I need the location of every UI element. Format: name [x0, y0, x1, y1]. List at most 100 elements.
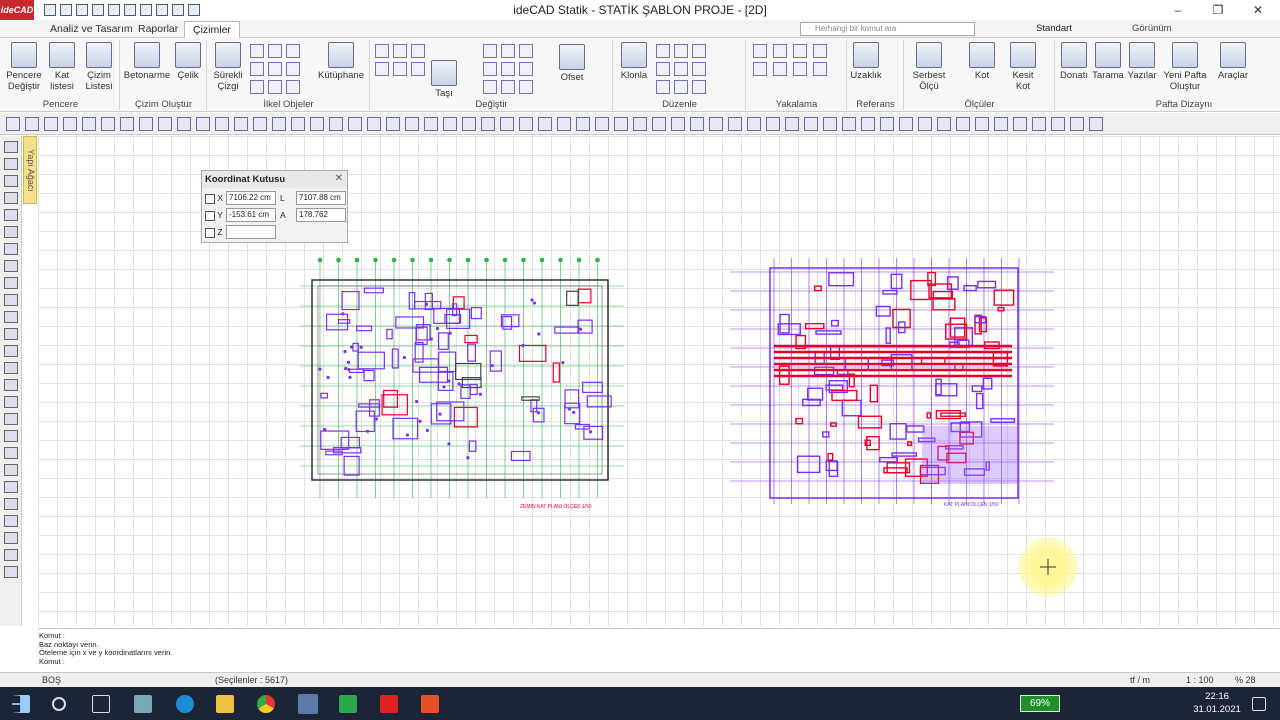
- undo-icon[interactable]: [108, 4, 120, 16]
- tool-icon[interactable]: [310, 116, 324, 131]
- close-button[interactable]: ✕: [1238, 0, 1278, 20]
- tool-icon[interactable]: [709, 116, 723, 131]
- tool-icon[interactable]: [1032, 116, 1046, 131]
- status-units[interactable]: tf / m: [1130, 673, 1150, 687]
- rect-icon[interactable]: [268, 44, 282, 58]
- tool-icon[interactable]: [196, 116, 210, 131]
- side-tool-icon[interactable]: [3, 362, 18, 374]
- app-icon[interactable]: [134, 695, 152, 713]
- cizim-listesi-button[interactable]: Çizim Listesi: [82, 42, 116, 92]
- spline-icon[interactable]: [268, 80, 282, 94]
- tool-icon[interactable]: [462, 116, 476, 131]
- tool-icon[interactable]: [766, 116, 780, 131]
- tool-icon[interactable]: [861, 116, 875, 131]
- snap-mid-icon[interactable]: [773, 44, 787, 58]
- tool-icon[interactable]: [842, 116, 856, 131]
- tool-icon[interactable]: [576, 116, 590, 131]
- y-value-field[interactable]: -153.61 cm: [226, 208, 276, 222]
- y-lock-checkbox[interactable]: [205, 210, 215, 221]
- ofset-button[interactable]: Ofset: [555, 44, 589, 83]
- tool-icon[interactable]: [918, 116, 932, 131]
- erase-icon[interactable]: [375, 62, 389, 76]
- stretch-icon[interactable]: [393, 44, 407, 58]
- chamfer-icon[interactable]: [519, 62, 533, 76]
- side-tool-icon[interactable]: [3, 413, 18, 425]
- arc-icon[interactable]: [250, 44, 264, 58]
- open-file-icon[interactable]: [60, 4, 72, 16]
- select-icon[interactable]: [172, 4, 184, 16]
- tool-icon[interactable]: [386, 116, 400, 131]
- betonarme-button[interactable]: Betonarme: [123, 42, 171, 81]
- side-tool-icon[interactable]: [3, 447, 18, 459]
- ungroup-icon[interactable]: [656, 62, 670, 76]
- tool-icon[interactable]: [1070, 116, 1084, 131]
- kutuphane-button[interactable]: Kütüphane: [316, 42, 366, 81]
- app-logo[interactable]: ideCAD: [0, 0, 34, 20]
- group-icon[interactable]: [692, 44, 706, 58]
- tool-icon[interactable]: [101, 116, 115, 131]
- command-log[interactable]: Komut : Baz noktayı verin. Öteleme için …: [38, 628, 1280, 672]
- side-tool-icon[interactable]: [3, 311, 18, 323]
- tool-icon[interactable]: [747, 116, 761, 131]
- structure-tree-tab[interactable]: Yapı Ağacı: [23, 136, 37, 204]
- snap-icon[interactable]: [140, 4, 152, 16]
- front-icon[interactable]: [674, 62, 688, 76]
- side-tool-icon[interactable]: [3, 260, 18, 272]
- tool-icon[interactable]: [671, 116, 685, 131]
- tool-icon[interactable]: [291, 116, 305, 131]
- idecad-taskbar-icon[interactable]: [298, 694, 318, 714]
- acrobat-icon[interactable]: [380, 695, 398, 713]
- minimize-button[interactable]: –: [1158, 0, 1198, 20]
- x-lock-checkbox[interactable]: [205, 193, 215, 204]
- tool-icon[interactable]: [272, 116, 286, 131]
- array-icon[interactable]: [483, 80, 497, 94]
- join-icon[interactable]: [483, 62, 497, 76]
- tool-icon[interactable]: [690, 116, 704, 131]
- x-value-field[interactable]: 7106.22 cm: [226, 191, 276, 205]
- serbest-olcu-button[interactable]: Serbest Ölçü: [909, 42, 949, 92]
- side-tool-icon[interactable]: [3, 464, 18, 476]
- snap-perp-icon[interactable]: [753, 62, 767, 76]
- tool-icon[interactable]: [956, 116, 970, 131]
- tool-icon[interactable]: [975, 116, 989, 131]
- curve-icon[interactable]: [250, 80, 264, 94]
- tool-icon[interactable]: [994, 116, 1008, 131]
- kat-listesi-button[interactable]: Kat listesi: [46, 42, 78, 92]
- layer-icon[interactable]: [188, 4, 200, 16]
- tool-icon[interactable]: [652, 116, 666, 131]
- tool-icon[interactable]: [519, 116, 533, 131]
- side-tool-icon[interactable]: [3, 243, 18, 255]
- copy-icon[interactable]: [656, 44, 670, 58]
- tab-cizimler[interactable]: Çizimler: [184, 21, 240, 38]
- yazilar-button[interactable]: Yazılar: [1126, 42, 1158, 81]
- tool-icon[interactable]: [253, 116, 267, 131]
- upper-floor-plan[interactable]: KAT PLANI ÖLÇEK 1/50: [722, 246, 1062, 516]
- coordinate-box[interactable]: Koordinat Kutusu ✕ X 7106.22 cm L 7107.8…: [201, 170, 348, 243]
- clock[interactable]: 22:16 31.01.2021: [1192, 690, 1242, 716]
- tool-icon[interactable]: [6, 116, 20, 131]
- tool-icon[interactable]: [538, 116, 552, 131]
- tool-icon[interactable]: [63, 116, 77, 131]
- task-view-icon[interactable]: [92, 695, 110, 713]
- print-icon[interactable]: [92, 4, 104, 16]
- tool-icon[interactable]: [215, 116, 229, 131]
- tool-icon[interactable]: [614, 116, 628, 131]
- uzaklik-button[interactable]: Uzaklık: [850, 42, 882, 81]
- fillet-icon[interactable]: [501, 62, 515, 76]
- trim-icon[interactable]: [483, 44, 497, 58]
- maximize-button[interactable]: ❐: [1198, 0, 1238, 20]
- scale-icon[interactable]: [411, 62, 425, 76]
- tool-icon[interactable]: [25, 116, 39, 131]
- side-tool-icon[interactable]: [3, 158, 18, 170]
- pick-icon[interactable]: [393, 62, 407, 76]
- donati-button[interactable]: Donatı: [1058, 42, 1090, 81]
- mirror-icon[interactable]: [375, 44, 389, 58]
- side-tool-icon[interactable]: [3, 226, 18, 238]
- tool-icon[interactable]: [633, 116, 647, 131]
- tool-icon[interactable]: [937, 116, 951, 131]
- side-tool-icon[interactable]: [3, 141, 18, 153]
- tool-icon[interactable]: [443, 116, 457, 131]
- klonla-button[interactable]: Klonla: [618, 42, 650, 81]
- text-icon[interactable]: [286, 62, 300, 76]
- tool-icon[interactable]: [367, 116, 381, 131]
